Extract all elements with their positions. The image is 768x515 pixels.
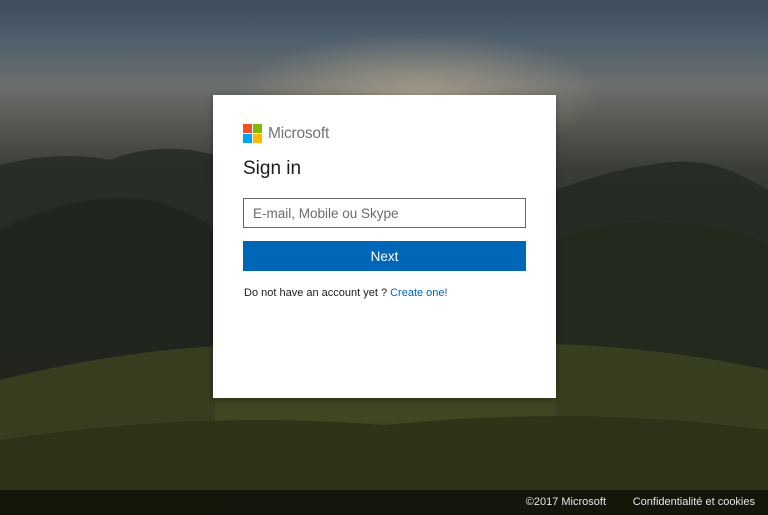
no-account-text: Do not have an account yet ? — [244, 287, 388, 299]
create-account-link[interactable]: Create one! — [390, 287, 447, 299]
signin-card: Microsoft Sign in Next Do not have an ac… — [213, 95, 556, 398]
create-account-prompt: Do not have an account yet ? Create one! — [244, 287, 448, 299]
page-title: Sign in — [243, 158, 302, 179]
next-button[interactable]: Next — [243, 241, 526, 271]
logo-square-red — [243, 124, 252, 133]
logo-square-yellow — [253, 134, 262, 143]
microsoft-logo-icon — [243, 124, 263, 144]
logo-square-green — [253, 124, 262, 133]
email-field[interactable] — [243, 198, 526, 228]
copyright-text: ©2017 Microsoft — [525, 496, 606, 508]
logo-square-blue — [243, 134, 252, 143]
microsoft-logo: Microsoft — [243, 124, 329, 144]
footer: ©2017 Microsoft Confidentialité et cooki… — [0, 490, 768, 515]
brand-name: Microsoft — [268, 125, 330, 142]
privacy-cookies-link[interactable]: Confidentialité et cookies — [633, 496, 755, 508]
